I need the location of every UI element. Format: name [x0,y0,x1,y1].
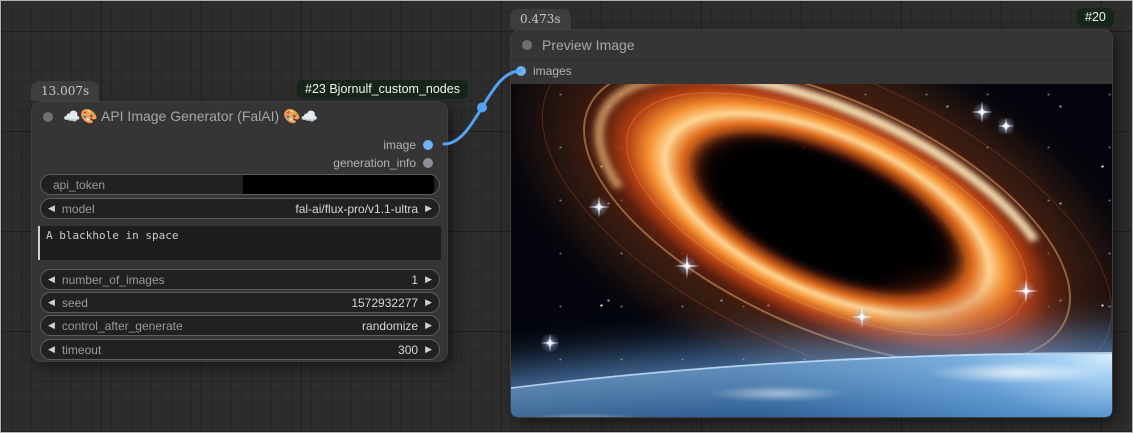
output-slot-label: generation_info [333,156,416,170]
node-graph-canvas[interactable]: 13.007s #23 Bjornulf_custom_nodes ☁️🎨 AP… [0,0,1133,433]
arrow-right-icon[interactable]: ▶ [418,275,439,284]
arrow-left-icon[interactable]: ◀ [41,275,62,284]
arrow-left-icon[interactable]: ◀ [41,204,62,213]
node-title-bar[interactable]: Preview Image [511,30,1112,59]
widget-timeout[interactable]: ◀ timeout 300 ▶ [40,339,440,360]
arrow-left-icon[interactable]: ◀ [41,321,62,330]
execution-time-badge: 0.473s [510,9,571,29]
widget-value: fal-ai/flux-pro/v1.1-ultra [95,202,418,216]
input-dot-images-icon[interactable] [516,66,526,76]
input-slot-images[interactable]: images [516,62,572,80]
node-title: ☁️🎨 API Image Generator (FalAI) 🎨☁️ [63,108,318,125]
widget-label: api_token [41,178,105,192]
execution-time-badge: 13.007s [31,81,99,101]
widget-seed[interactable]: ◀ seed 1572932277 ▶ [40,292,440,313]
widget-number-of-images[interactable]: ◀ number_of_images 1 ▶ [40,269,440,290]
widget-control-after-generate[interactable]: ◀ control_after_generate randomize ▶ [40,315,440,336]
star-flare-icon [674,253,700,279]
node-preview-image[interactable]: Preview Image images [510,29,1113,418]
node-title-bar[interactable]: ☁️🎨 API Image Generator (FalAI) 🎨☁️ [32,102,447,131]
widget-label: number_of_images [62,273,165,287]
star-flare-icon [588,196,610,218]
arrow-right-icon[interactable]: ▶ [418,345,439,354]
arrow-left-icon[interactable]: ◀ [41,345,62,354]
node-title: Preview Image [542,37,635,53]
widget-model[interactable]: ◀ model fal-ai/flux-pro/v1.1-ultra ▶ [40,198,440,219]
widget-label: control_after_generate [62,319,183,333]
star-flare-icon [541,334,559,352]
link-midpoint-dot [477,103,487,113]
widget-value: 1 [165,273,418,287]
collapse-dot-icon[interactable] [522,40,532,50]
widget-api-token[interactable]: api_token [40,174,440,195]
arrow-left-icon[interactable]: ◀ [41,298,62,307]
input-slot-strip [511,59,1112,85]
star-flare-icon [1013,278,1039,304]
output-dot-image-icon[interactable] [423,140,433,150]
node-id-badge: #20 [1077,8,1114,27]
widget-label: model [62,202,95,216]
arrow-right-icon[interactable]: ▶ [418,298,439,307]
output-slot-image[interactable]: image [383,136,433,154]
prompt-textarea[interactable]: A blackhole in space [38,226,441,260]
input-slot-label: images [533,64,572,78]
output-dot-generation-info-icon[interactable] [423,158,433,168]
star-flare-icon [998,118,1014,134]
arrow-right-icon[interactable]: ▶ [418,204,439,213]
masked-value [243,175,434,194]
node-api-image-generator[interactable]: ☁️🎨 API Image Generator (FalAI) 🎨☁️ imag… [31,101,448,362]
widget-label: timeout [62,343,101,357]
widget-value: 300 [101,343,418,357]
output-slot-label: image [383,138,416,152]
widget-label: seed [62,296,88,310]
star-flare-icon [971,101,993,123]
collapse-dot-icon[interactable] [43,112,53,122]
preview-image[interactable] [511,84,1112,417]
output-slot-generation-info[interactable]: generation_info [333,154,433,172]
widget-value: 1572932277 [88,296,418,310]
widget-value: randomize [183,319,418,333]
node-id-badge: #23 Bjornulf_custom_nodes [297,80,468,99]
star-flare-icon [851,306,873,328]
arrow-right-icon[interactable]: ▶ [418,321,439,330]
